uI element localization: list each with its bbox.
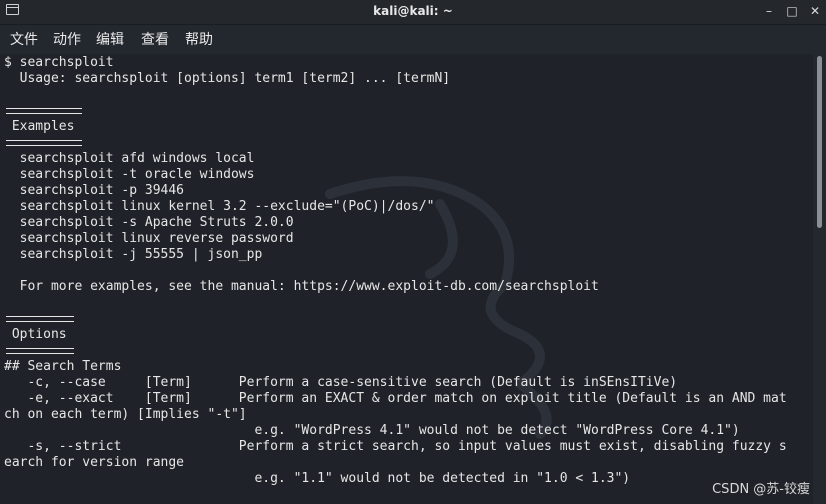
scrollbar-thumb[interactable] — [817, 56, 822, 228]
section-rule — [6, 348, 74, 354]
terminal-line: searchsploit -p 39446 — [4, 183, 185, 198]
terminal-line: searchsploit -j 55555 | json_pp — [4, 247, 263, 262]
menu-edit[interactable]: 编辑 — [96, 29, 124, 49]
terminal-line: ## Search Terms — [4, 359, 122, 374]
terminal-line: searchsploit -t oracle windows — [4, 167, 255, 182]
terminal-line: e.g. "1.1" would not be detected in "1.0… — [4, 471, 631, 486]
watermark-text: CSDN @苏-铰瘦 — [712, 482, 810, 497]
section-rule — [6, 140, 82, 146]
section-rule — [6, 316, 74, 322]
terminal-line: For more examples, see the manual: https… — [4, 279, 599, 294]
terminal-line: e.g. "WordPress 4.1" would not be detect… — [4, 423, 740, 438]
menu-bar: 文件 动作 编辑 查看 帮助 — [0, 25, 826, 53]
terminal-line: searchsploit linux kernel 3.2 --exclude=… — [4, 199, 435, 214]
terminal-output[interactable]: $ searchsploit Usage: searchsploit [opti… — [0, 54, 813, 504]
terminal-line: earch for version range — [4, 455, 185, 470]
terminal-line: Usage: searchsploit [options] term1 [ter… — [4, 71, 451, 86]
close-button[interactable]: ✕ — [806, 2, 824, 20]
terminal-line: searchsploit linux reverse password — [4, 231, 294, 246]
window-title: kali@kali: ~ — [373, 4, 453, 18]
window-titlebar[interactable]: kali@kali: ~ – □ ✕ — [0, 0, 826, 25]
menu-action[interactable]: 动作 — [53, 29, 81, 49]
terminal-line: $ searchsploit — [4, 55, 114, 70]
section-heading: Options — [4, 327, 67, 342]
terminal-line: -c, --case [Term] Perform a case-sensiti… — [4, 375, 678, 390]
terminal-line: searchsploit afd windows local — [4, 151, 255, 166]
terminal-line: ch on each term) [Implies "-t"] — [4, 407, 247, 422]
terminal-line: -s, --strict Perform a strict search, so… — [4, 439, 787, 454]
menu-view[interactable]: 查看 — [141, 29, 169, 49]
terminal-line: searchsploit -s Apache Struts 2.0.0 — [4, 215, 294, 230]
minimize-button[interactable]: – — [760, 2, 778, 20]
section-heading: Examples — [4, 119, 75, 134]
section-rule — [6, 108, 82, 114]
scrollbar[interactable] — [813, 54, 826, 504]
maximize-button[interactable]: □ — [783, 2, 801, 20]
menu-help[interactable]: 帮助 — [185, 29, 213, 49]
menu-file[interactable]: 文件 — [10, 29, 38, 49]
terminal-line: -e, --exact [Term] Perform an EXACT & or… — [4, 391, 787, 406]
